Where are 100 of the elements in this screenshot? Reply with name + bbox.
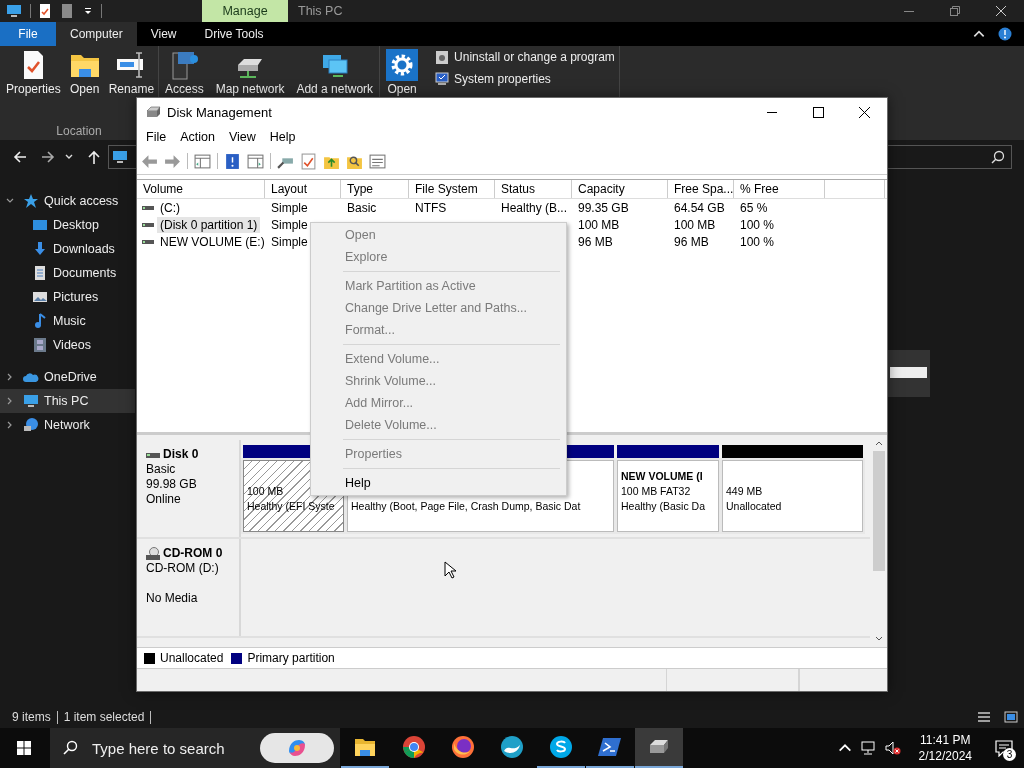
nav-item[interactable]: Desktop [0, 213, 135, 237]
tiles-view-icon[interactable] [1003, 709, 1019, 725]
column-header[interactable]: Layout [265, 180, 341, 198]
picture-icon [32, 289, 48, 305]
volume-icon [142, 204, 154, 211]
ribbon-tab[interactable]: File [0, 22, 56, 46]
speaker-muted-icon[interactable] [884, 740, 901, 756]
table-cell-text: 96 MB [577, 234, 614, 249]
network-globe-icon [23, 417, 39, 433]
checklist-icon[interactable] [300, 152, 317, 170]
globe-icon [451, 735, 475, 759]
search-icon [991, 150, 1005, 164]
table-cell-text: 99.35 GB [577, 200, 630, 215]
music-note-icon [32, 313, 48, 329]
document-icon[interactable] [59, 3, 75, 19]
table-cell-text: Simple [270, 217, 309, 232]
menu-item[interactable]: Action [173, 127, 222, 147]
dropdown-icon[interactable] [83, 6, 93, 16]
ribbon-tab[interactable]: Computer [56, 22, 137, 46]
table-cell[interactable]: (C:) [157, 199, 183, 216]
cd-drive-icon [146, 546, 160, 561]
table-cell-text: 100 MB [673, 217, 717, 232]
help-icon[interactable] [998, 27, 1012, 41]
help-icon[interactable] [224, 152, 241, 170]
start-icon[interactable] [16, 740, 32, 756]
notifications-button[interactable]: 3 [984, 728, 1024, 768]
download-arrow-icon [32, 241, 48, 257]
up-icon[interactable] [86, 149, 102, 165]
nav-item[interactable]: Documents [0, 261, 135, 285]
volume-icon [142, 238, 154, 245]
table-cell-text: 100 MB [577, 217, 621, 232]
table-cell-text: Simple [270, 234, 309, 249]
document-icon [32, 265, 48, 281]
details-view-icon[interactable] [976, 709, 992, 725]
nav-item[interactable]: Music [0, 309, 135, 333]
settings-icon [386, 49, 419, 81]
legend-label: Unallocated [160, 651, 224, 665]
back-icon[interactable] [12, 149, 28, 165]
close-icon [858, 106, 870, 118]
table-cell[interactable]: (Disk 0 partition 1) [157, 216, 261, 233]
wave-icon [500, 735, 524, 759]
nav-item[interactable]: This PC [0, 389, 135, 413]
notification-badge: 3 [1003, 748, 1016, 761]
usage-bar [890, 367, 927, 378]
ribbon-button[interactable]: Properties [4, 49, 63, 124]
table-cell-text: 96 MB [673, 234, 710, 249]
search-input[interactable]: Type here to search [90, 738, 254, 758]
column-header[interactable]: Status [495, 180, 572, 198]
network-icon[interactable] [860, 740, 877, 756]
forward-icon[interactable] [40, 149, 56, 165]
legend-label: Primary partition [247, 651, 335, 665]
table-cell-text: 64.54 GB [673, 200, 726, 215]
tricolor-circle-icon [402, 735, 426, 759]
nav-item[interactable]: Pictures [0, 285, 135, 309]
nav-item[interactable]: OneDrive [0, 365, 135, 389]
panel-icon[interactable] [247, 152, 264, 170]
star-icon [23, 193, 39, 209]
ribbon-button[interactable]: Open [66, 49, 103, 124]
window-title: This PC [298, 4, 343, 18]
restore-icon [950, 6, 960, 16]
ribbon-button[interactable]: System properties [434, 71, 615, 87]
column-header[interactable]: File System [409, 180, 495, 198]
column-header[interactable]: Type [341, 180, 409, 198]
list-icon[interactable] [369, 152, 386, 170]
column-header[interactable]: Free Spa... [668, 180, 734, 198]
message-icon [995, 739, 1013, 757]
s-curve-icon [549, 735, 573, 759]
item-count: 9 items [12, 710, 51, 724]
mouse-pointer-icon [444, 561, 456, 579]
column-header[interactable]: Capacity [572, 180, 668, 198]
panel-icon[interactable] [194, 152, 211, 170]
manage-tab[interactable]: Manage [202, 0, 288, 22]
column-header[interactable]: % Free [734, 180, 825, 198]
menu-item[interactable]: Help [262, 127, 303, 147]
ribbon-button[interactable]: Uninstall or change a program [434, 49, 615, 65]
table-cell-text: Basic [346, 200, 378, 215]
menu-item[interactable]: File [139, 127, 174, 147]
nav-item[interactable]: Quick access [0, 189, 135, 213]
disk-size: 99.98 GB [146, 477, 198, 492]
disk-name: CD-ROM 0 [163, 546, 223, 561]
nav-item[interactable]: Videos [0, 333, 135, 357]
disk-drive-icon [146, 104, 162, 120]
taskbar-app[interactable] [635, 728, 683, 768]
table-cell-text: 100 % [739, 234, 776, 249]
table-cell-text: NTFS [414, 200, 448, 215]
nav-item[interactable]: Downloads [0, 237, 135, 261]
properties-icon[interactable] [37, 3, 53, 19]
computer-icon[interactable] [6, 3, 22, 19]
menu-item[interactable]: View [221, 127, 263, 147]
column-header[interactable]: Volume [137, 180, 265, 198]
computer-icon [112, 149, 128, 165]
assistant-button[interactable] [260, 733, 334, 763]
nav-item[interactable]: Network [0, 413, 135, 437]
disk-type: CD-ROM (D:) [146, 561, 220, 576]
volume-icon [142, 221, 154, 228]
table-cell[interactable]: NEW VOLUME (E:) [157, 233, 268, 250]
search-icon [62, 740, 78, 756]
search-bar[interactable]: Type here to search [50, 728, 340, 768]
terminal-icon [598, 735, 622, 759]
clock[interactable]: 11:41 PM 2/12/2024 [918, 732, 972, 764]
